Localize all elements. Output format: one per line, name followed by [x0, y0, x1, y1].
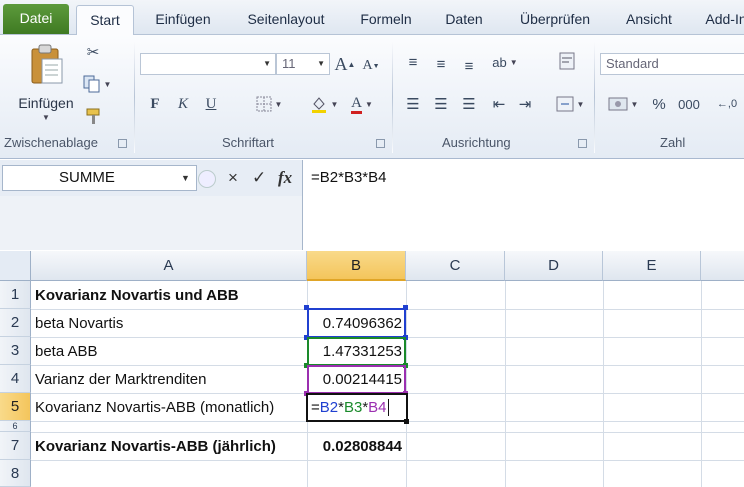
formula-equals: =	[311, 399, 320, 416]
select-all-button[interactable]	[0, 251, 31, 281]
ribbon-tab-bar: Datei Start Einfügen Seitenlayout Formel…	[0, 0, 744, 36]
grow-font-button[interactable]: A ▲	[334, 53, 356, 75]
reference-highlight-b3	[307, 337, 406, 366]
cell-a3[interactable]: beta ABB	[31, 337, 102, 365]
column-header-e[interactable]: E	[603, 251, 701, 281]
formula-ref-b3: B3	[343, 399, 363, 416]
merge-center-icon[interactable]: ▼	[552, 93, 588, 115]
chevron-down-icon[interactable]: ▼	[181, 173, 190, 183]
reference-highlight-b2	[307, 308, 406, 338]
worksheet-grid: A B C D E 1 2 3 4 5 6 7 8 Kovarianz Nova…	[0, 251, 744, 487]
align-top-icon[interactable]: ≡	[402, 51, 424, 73]
clipboard-icon	[31, 44, 63, 84]
bold-button[interactable]: F	[144, 93, 166, 115]
cancel-icon[interactable]: ×	[228, 168, 238, 188]
name-box[interactable]: SUMME	[2, 165, 197, 191]
text-cursor	[387, 399, 389, 416]
align-bottom-icon[interactable]: ≡	[458, 55, 480, 77]
row-header-6[interactable]: 6	[0, 421, 31, 432]
fill-color-icon[interactable]: ▼	[306, 93, 342, 115]
tab-start[interactable]: Start	[76, 5, 134, 36]
column-header-a[interactable]: A	[31, 251, 307, 281]
formula-ref-b4: B4	[368, 399, 387, 416]
row-header-3[interactable]: 3	[0, 337, 31, 365]
chevron-down-icon: ▼	[263, 59, 271, 68]
currency-format-icon[interactable]: ▼	[604, 93, 642, 115]
paste-label: Einfügen	[18, 95, 74, 111]
group-label-number: Zahl	[660, 135, 686, 150]
formula-bar: SUMME ▼ × ✓ fx =B2*B3*B4	[0, 160, 744, 250]
row-header-2[interactable]: 2	[0, 309, 31, 337]
percent-button[interactable]: %	[648, 93, 670, 115]
formula-input[interactable]: =B2*B3*B4	[302, 160, 744, 250]
format-painter-icon[interactable]	[82, 105, 104, 127]
group-label-font: Schriftart	[222, 135, 275, 150]
underline-button[interactable]: U	[200, 93, 222, 115]
tab-ansicht[interactable]: Ansicht	[614, 5, 684, 35]
tab-formeln[interactable]: Formeln	[348, 5, 424, 35]
cell-b7[interactable]: 0.02808844	[307, 432, 406, 460]
paste-button[interactable]: Einfügen ▼	[14, 41, 78, 125]
font-launcher-icon[interactable]	[376, 139, 385, 148]
confirm-icon[interactable]: ✓	[252, 168, 266, 188]
italic-button[interactable]: K	[172, 93, 194, 115]
align-right-icon[interactable]: ☰	[458, 93, 480, 115]
tab-einfuegen[interactable]: Einfügen	[142, 5, 224, 35]
copy-icon[interactable]: ▼	[82, 73, 112, 95]
reference-highlight-b4	[307, 365, 406, 394]
expand-handle-icon[interactable]	[198, 170, 216, 188]
number-format-dropdown[interactable]: Standard	[600, 53, 744, 75]
borders-icon[interactable]: ▼	[252, 93, 286, 115]
font-color-button[interactable]: A ▼	[346, 93, 378, 115]
align-middle-icon[interactable]: ≡	[430, 53, 452, 75]
insert-function-icon[interactable]: fx	[278, 168, 292, 188]
fill-handle[interactable]	[404, 419, 409, 424]
column-header-d[interactable]: D	[505, 251, 603, 281]
cut-icon[interactable]: ✂	[82, 41, 104, 63]
tab-add-in[interactable]: Add-In	[696, 5, 744, 35]
row-header-8[interactable]: 8	[0, 460, 31, 487]
align-center-icon[interactable]: ☰	[430, 93, 452, 115]
orientation-icon[interactable]: ab ▼	[490, 51, 520, 73]
column-header-f[interactable]	[701, 251, 744, 281]
group-label-alignment: Ausrichtung	[442, 135, 511, 150]
group-label-clipboard: Zwischenablage	[4, 135, 98, 150]
tab-daten[interactable]: Daten	[432, 5, 496, 35]
increase-decimal-icon[interactable]: ←,0	[712, 93, 742, 115]
cell-a5[interactable]: Kovarianz Novartis-ABB (monatlich)	[31, 393, 278, 421]
thousands-separator-button[interactable]: 000	[674, 93, 704, 115]
tab-datei[interactable]: Datei	[3, 4, 69, 34]
cell-a4[interactable]: Varianz der Marktrenditen	[31, 365, 210, 393]
cell-b5-editing[interactable]: = B2 * B3 * B4	[306, 393, 408, 422]
row-header-7[interactable]: 7	[0, 432, 31, 460]
chevron-down-icon: ▼	[42, 113, 50, 122]
tab-seitenlayout[interactable]: Seitenlayout	[236, 5, 336, 35]
cell-a7[interactable]: Kovarianz Novartis-ABB (jährlich)	[31, 432, 280, 460]
row-header-5[interactable]: 5	[0, 393, 31, 421]
font-size-dropdown[interactable]: 11 ▼	[276, 53, 330, 75]
cell-a1[interactable]: Kovarianz Novartis und ABB	[31, 281, 243, 309]
cell-a2[interactable]: beta Novartis	[31, 309, 127, 337]
column-header-b[interactable]: B	[307, 251, 406, 281]
chevron-down-icon: ▼	[317, 59, 325, 68]
align-left-icon[interactable]: ☰	[402, 93, 424, 115]
shrink-font-button[interactable]: A ▼	[360, 55, 382, 77]
increase-indent-icon[interactable]: ⇥	[514, 93, 536, 115]
row-header-1[interactable]: 1	[0, 281, 31, 309]
clipboard-launcher-icon[interactable]	[118, 139, 127, 148]
row-header-4[interactable]: 4	[0, 365, 31, 393]
column-header-c[interactable]: C	[406, 251, 505, 281]
tab-ueberpruefen[interactable]: Überprüfen	[508, 5, 602, 35]
ribbon: Einfügen ▼ ✂ ▼ Zwischenablage ▼ 11 ▼ A ▲ A…	[0, 35, 744, 159]
wrap-text-icon[interactable]	[556, 49, 578, 73]
alignment-launcher-icon[interactable]	[578, 139, 587, 148]
font-name-dropdown[interactable]: ▼	[140, 53, 276, 75]
formula-ref-b2: B2	[319, 399, 339, 416]
decrease-indent-icon[interactable]: ⇤	[488, 93, 510, 115]
font-size-value: 11	[282, 56, 296, 71]
